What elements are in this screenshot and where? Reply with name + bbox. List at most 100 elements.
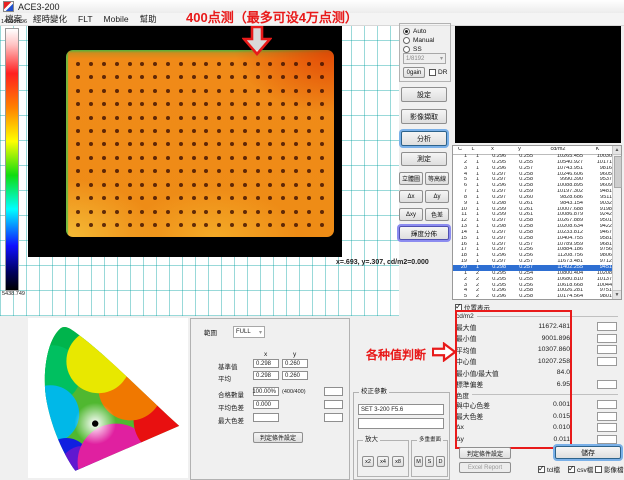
zero-gain-button[interactable]: 0gain <box>403 67 425 78</box>
measure-point <box>294 89 298 93</box>
table-column-header: L <box>467 147 479 153</box>
stat-label: Δx <box>456 424 518 431</box>
measure-point <box>217 62 221 66</box>
calibration-extra-field[interactable] <box>358 418 444 429</box>
measure-point <box>115 196 119 200</box>
cie-chromaticity-diagram[interactable] <box>28 318 188 478</box>
stat-label: Δy <box>456 436 518 443</box>
contour-button[interactable]: 等高線 <box>425 172 449 185</box>
stat-indicator-box <box>597 435 617 444</box>
dr-checkbox[interactable]: DR <box>429 69 447 76</box>
measure-point <box>179 156 183 160</box>
measure-point <box>307 223 311 227</box>
measure-point <box>166 169 170 173</box>
range-judge-condition-button[interactable]: 判定條件設定 <box>253 432 303 443</box>
pass-percent-field[interactable]: 100.00% <box>253 387 279 396</box>
zoom-group-label: 放大 <box>363 436 380 444</box>
measure-point <box>307 142 311 146</box>
stat-row: Δx0.010 <box>456 422 620 434</box>
delta-y-button[interactable]: Δy <box>425 190 449 203</box>
multi-screen-D-button[interactable]: D <box>436 456 445 467</box>
radio-manual[interactable]: Manual <box>403 36 450 44</box>
scrollbar-thumb[interactable] <box>614 156 622 188</box>
multi-screen-M-button[interactable]: M <box>414 456 423 467</box>
measure-point <box>268 183 272 187</box>
menu-item-3[interactable]: FLT <box>78 14 92 24</box>
measure-point <box>153 142 157 146</box>
average-y-field[interactable]: 0.260 <box>282 371 308 380</box>
measure-point <box>153 129 157 133</box>
measure-point <box>281 129 285 133</box>
analyze-button[interactable]: 分析 <box>401 131 447 146</box>
color-diff-button[interactable]: 色差 <box>425 208 449 221</box>
radio-ss[interactable]: SS <box>403 45 450 53</box>
table-scrollbar[interactable]: ▲ ▼ <box>612 146 621 299</box>
measure-point <box>307 102 311 106</box>
reference-x-field[interactable]: 0.298 <box>253 359 279 368</box>
exposure-select[interactable]: 1/8192 ▾ <box>403 53 446 64</box>
table-row[interactable]: 520.2960.25810174.5649801 <box>453 294 612 299</box>
delta-xy-button[interactable]: Δxy <box>399 208 423 221</box>
luminance-section-label: cd/m2 <box>456 313 474 320</box>
measure-button[interactable]: 測定 <box>401 152 447 166</box>
measure-point <box>307 169 311 173</box>
measure-point <box>307 62 311 66</box>
measure-point <box>89 89 93 93</box>
multi-screen-S-button[interactable]: S <box>425 456 434 467</box>
measure-point <box>102 210 106 214</box>
zoom-x4-button[interactable]: x4 <box>377 456 389 467</box>
save-button[interactable]: 儲存 <box>555 446 621 459</box>
measure-point <box>230 156 234 160</box>
menu-item-2[interactable]: 經時變化 <box>33 13 67 25</box>
measure-point <box>76 142 80 146</box>
tcl-file-checkbox[interactable]: tcl檔 <box>538 464 560 474</box>
average-x-field[interactable]: 0.298 <box>253 371 279 380</box>
stat-value: 0.011 <box>518 436 570 443</box>
stereo-view-button[interactable]: 立體圖 <box>399 172 423 185</box>
measure-point <box>230 196 234 200</box>
pass-count-value: (400/400) <box>282 389 306 395</box>
measure-point <box>166 196 170 200</box>
max-colordiff-field[interactable] <box>253 413 279 422</box>
measure-point <box>128 142 132 146</box>
luminance-dist-button[interactable]: 輝度分佈 <box>399 226 449 240</box>
image-capture-button[interactable]: 影像擷取 <box>401 109 447 124</box>
stat-label: 標準偏差 <box>456 379 518 389</box>
measure-point <box>179 102 183 106</box>
measure-point <box>115 129 119 133</box>
image-file-checkbox[interactable]: 影像檔 <box>595 464 624 474</box>
judge-condition-button[interactable]: 判定條件設定 <box>459 447 511 459</box>
measure-point <box>192 62 196 66</box>
measure-point <box>76 129 80 133</box>
range-select[interactable]: FULL ▾ <box>233 326 265 338</box>
chroma-section-header: 色度 <box>456 390 620 399</box>
measure-point <box>243 210 247 214</box>
measure-point <box>76 62 80 66</box>
measure-point <box>192 169 196 173</box>
measure-point <box>320 62 324 66</box>
menu-item-5[interactable]: 幫助 <box>140 13 157 25</box>
measure-point <box>115 62 119 66</box>
radio-auto[interactable]: Auto <box>403 27 450 35</box>
csv-file-checkbox[interactable]: csv檔 <box>568 464 593 474</box>
measure-point <box>153 156 157 160</box>
measure-point <box>281 156 285 160</box>
calibration-preset-field[interactable]: SET 3-200 F5.6 <box>358 404 444 415</box>
measure-point <box>294 156 298 160</box>
menu-item-4[interactable]: Mobile <box>104 14 129 24</box>
measurement-view[interactable] <box>28 26 342 257</box>
settings-button[interactable]: 設定 <box>401 87 447 102</box>
excel-report-button[interactable]: Excel Report <box>459 462 511 473</box>
reference-y-field[interactable]: 0.260 <box>282 359 308 368</box>
position-display-checkbox[interactable]: 位置表示 <box>455 302 490 312</box>
measure-point <box>102 102 106 106</box>
zoom-x8-button[interactable]: x8 <box>392 456 404 467</box>
chroma-stat-rows: 與中心色差0.001最大色差0.015Δx0.010Δy0.011 <box>456 399 620 445</box>
zoom-x2-button[interactable]: x2 <box>362 456 374 467</box>
scroll-down-icon[interactable]: ▼ <box>613 290 621 299</box>
avg-colordiff-field[interactable]: 0.000 <box>253 400 279 409</box>
scroll-up-icon[interactable]: ▲ <box>613 146 621 155</box>
table-column-header: y <box>506 147 533 153</box>
stat-row: 最大色差0.015 <box>456 411 620 423</box>
delta-x-button[interactable]: Δx <box>399 190 423 203</box>
